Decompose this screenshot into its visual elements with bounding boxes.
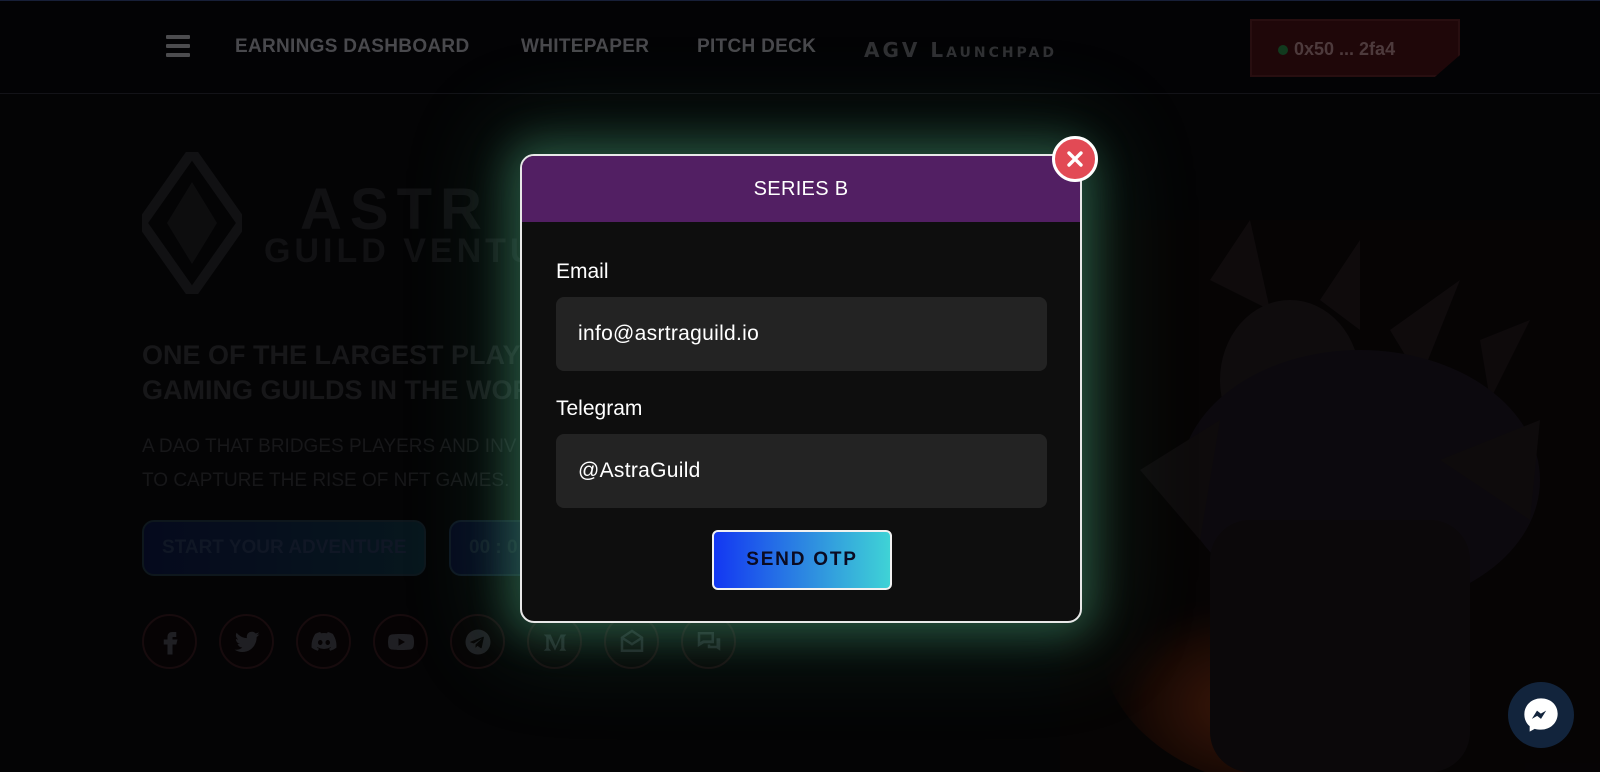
email-label: Email <box>556 260 609 283</box>
send-otp-button[interactable]: SEND OTP <box>712 530 892 590</box>
close-modal-button[interactable] <box>1052 136 1098 182</box>
modal-title: SERIES B <box>753 177 849 200</box>
modal-header: SERIES B <box>522 156 1080 222</box>
messenger-icon <box>1524 698 1558 732</box>
telegram-field[interactable] <box>556 434 1047 508</box>
email-field[interactable] <box>556 297 1047 371</box>
series-b-modal: SERIES B Email Telegram SEND OTP <box>520 154 1082 623</box>
launchpad-page: EARNINGS DASHBOARD WHITEPAPER PITCH DECK… <box>0 0 1600 772</box>
telegram-label: Telegram <box>556 397 643 420</box>
close-icon <box>1067 151 1083 167</box>
messenger-chat-button[interactable] <box>1508 682 1574 748</box>
